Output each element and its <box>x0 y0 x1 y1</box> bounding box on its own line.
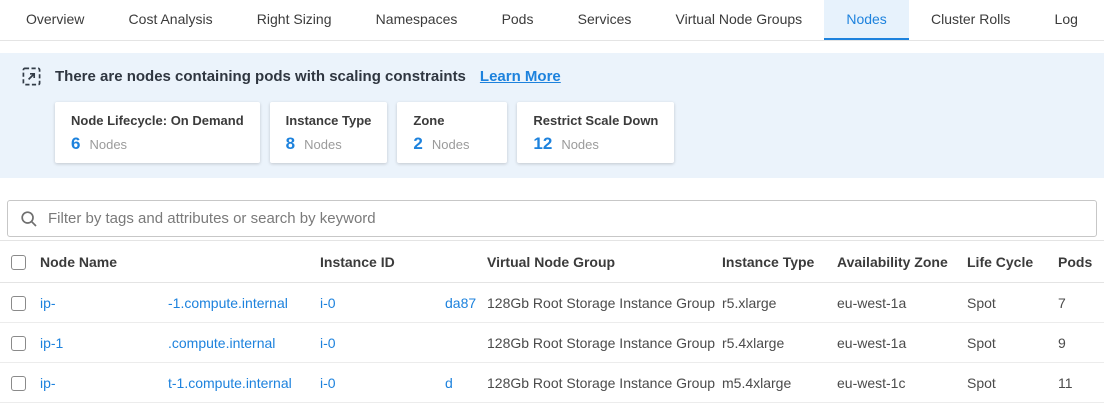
card-title: Zone <box>413 113 491 128</box>
card-count: 2 <box>413 134 422 154</box>
table-row[interactable]: ip-1.compute.internal i-0 128Gb Root Sto… <box>0 323 1104 363</box>
tab-cost-analysis[interactable]: Cost Analysis <box>107 0 235 40</box>
row-checkbox[interactable] <box>11 296 26 311</box>
card-zone[interactable]: Zone 2 Nodes <box>397 102 507 163</box>
card-unit: Nodes <box>304 137 342 152</box>
card-unit: Nodes <box>89 137 127 152</box>
col-instance-type: Instance Type <box>722 241 837 283</box>
tab-log[interactable]: Log <box>1033 0 1100 40</box>
card-count: 8 <box>286 134 295 154</box>
constraint-cards: Node Lifecycle: On Demand 6 Nodes Instan… <box>55 102 1104 163</box>
card-title: Node Lifecycle: On Demand <box>71 113 244 128</box>
availability-zone-cell: eu-west-1a <box>837 323 967 363</box>
col-life-cycle: Life Cycle <box>967 241 1058 283</box>
card-unit: Nodes <box>561 137 599 152</box>
row-checkbox[interactable] <box>11 376 26 391</box>
table-header-row: Node Name Instance ID Virtual Node Group… <box>0 241 1104 283</box>
card-title: Restrict Scale Down <box>533 113 658 128</box>
instance-id-link[interactable]: i-0da87 <box>320 293 487 313</box>
node-name-link[interactable]: ip--1.compute.internal <box>40 293 320 313</box>
filter-bar <box>7 200 1097 237</box>
life-cycle-cell: Spot <box>967 283 1058 323</box>
col-node-name: Node Name <box>40 241 320 283</box>
tab-pods[interactable]: Pods <box>480 0 556 40</box>
tab-nodes[interactable]: Nodes <box>824 0 908 40</box>
card-unit: Nodes <box>432 137 470 152</box>
col-pods: Pods <box>1058 241 1104 283</box>
virtual-node-group-cell: 128Gb Root Storage Instance Group <box>487 323 722 363</box>
tab-overview[interactable]: Overview <box>4 0 106 40</box>
life-cycle-cell: Spot <box>967 363 1058 403</box>
row-checkbox[interactable] <box>11 336 26 351</box>
card-count: 6 <box>71 134 80 154</box>
banner-message: There are nodes containing pods with sca… <box>55 68 466 85</box>
scaling-constraints-banner: There are nodes containing pods with sca… <box>0 53 1104 178</box>
table-row[interactable]: ip--1.compute.internal i-0da87 128Gb Roo… <box>0 283 1104 323</box>
card-restrict-scale-down[interactable]: Restrict Scale Down 12 Nodes <box>517 102 674 163</box>
node-name-link[interactable]: ip-t-1.compute.internal <box>40 373 320 393</box>
card-node-lifecycle-on-demand[interactable]: Node Lifecycle: On Demand 6 Nodes <box>55 102 260 163</box>
search-icon <box>20 210 38 228</box>
instance-id-link[interactable]: i-0 <box>320 333 487 353</box>
card-count: 12 <box>533 134 552 154</box>
instance-id-link[interactable]: i-0d <box>320 373 487 393</box>
availability-zone-cell: eu-west-1a <box>837 283 967 323</box>
table-row[interactable]: ip-t-1.compute.internal i-0d 128Gb Root … <box>0 363 1104 403</box>
virtual-node-group-cell: 128Gb Root Storage Instance Group <box>487 283 722 323</box>
nodes-table: Node Name Instance ID Virtual Node Group… <box>0 240 1104 403</box>
instance-type-cell: m5.4xlarge <box>722 363 837 403</box>
tab-namespaces[interactable]: Namespaces <box>354 0 480 40</box>
col-availability-zone: Availability Zone <box>837 241 967 283</box>
instance-type-cell: r5.4xlarge <box>722 323 837 363</box>
scale-constraint-icon <box>22 67 41 86</box>
learn-more-link[interactable]: Learn More <box>480 68 561 85</box>
tab-virtual-node-groups[interactable]: Virtual Node Groups <box>654 0 825 40</box>
select-all-checkbox[interactable] <box>11 255 26 270</box>
card-title: Instance Type <box>286 113 372 128</box>
instance-type-cell: r5.xlarge <box>722 283 837 323</box>
availability-zone-cell: eu-west-1c <box>837 363 967 403</box>
tab-cluster-rolls[interactable]: Cluster Rolls <box>909 0 1032 40</box>
life-cycle-cell: Spot <box>967 323 1058 363</box>
node-name-link[interactable]: ip-1.compute.internal <box>40 333 320 353</box>
tab-bar: Overview Cost Analysis Right Sizing Name… <box>0 0 1104 41</box>
pods-cell: 7 <box>1058 283 1104 323</box>
tab-right-sizing[interactable]: Right Sizing <box>235 0 354 40</box>
col-virtual-node-group: Virtual Node Group <box>487 241 722 283</box>
virtual-node-group-cell: 128Gb Root Storage Instance Group <box>487 363 722 403</box>
filter-input[interactable] <box>48 210 1084 227</box>
tab-services[interactable]: Services <box>556 0 654 40</box>
pods-cell: 11 <box>1058 363 1104 403</box>
col-instance-id: Instance ID <box>320 241 487 283</box>
card-instance-type[interactable]: Instance Type 8 Nodes <box>270 102 388 163</box>
pods-cell: 9 <box>1058 323 1104 363</box>
